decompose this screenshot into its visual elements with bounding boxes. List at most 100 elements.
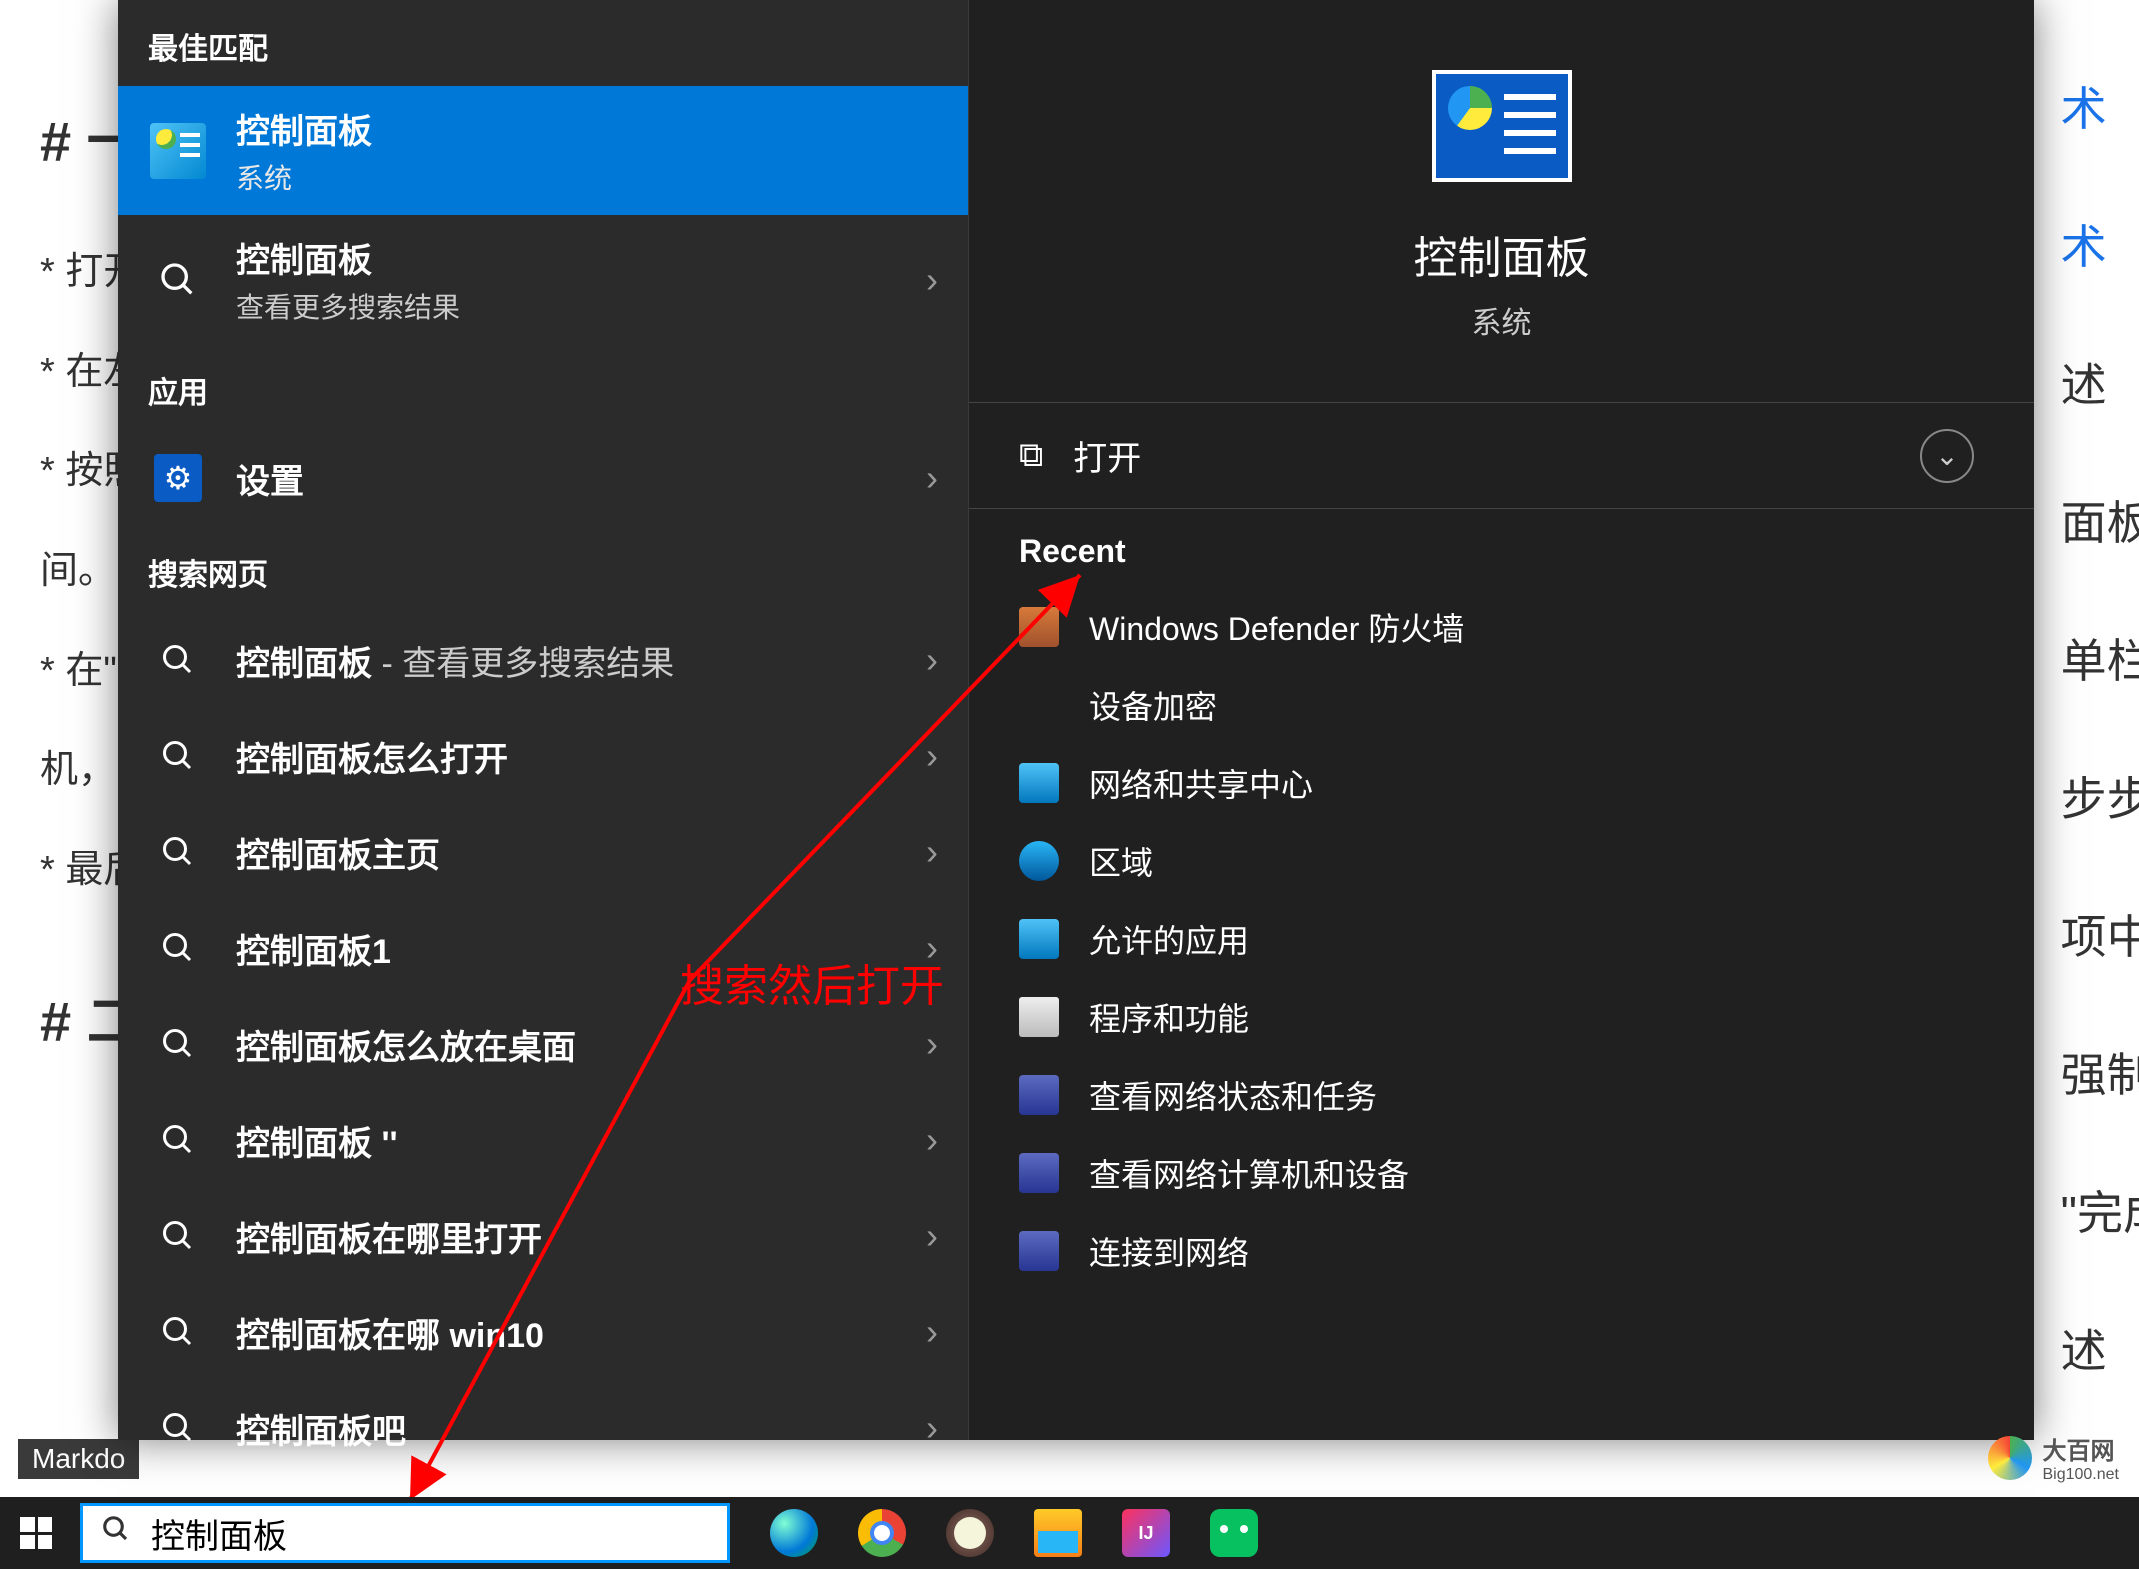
search-icon (148, 630, 208, 690)
recent-item-icon (1019, 1075, 1059, 1115)
chevron-down-icon: ⌄ (1935, 439, 1958, 472)
result-control-panel-selected[interactable]: 控制面板 系统 (118, 86, 968, 215)
wechat-icon[interactable] (1210, 1509, 1258, 1557)
control-panel-icon (148, 121, 208, 181)
recent-item[interactable]: 网络和共享中心 (1019, 744, 1984, 822)
search-icon (148, 1302, 208, 1362)
apps-header: 应用 (118, 344, 968, 430)
recent-item-label: 连接到网络 (1089, 1228, 1249, 1274)
search-icon (148, 726, 208, 786)
result-title: 控制面板1 (236, 924, 926, 973)
search-input[interactable] (151, 1514, 709, 1553)
detail-header: 控制面板 系统 (969, 0, 2034, 403)
windows-logo-icon (20, 1517, 52, 1549)
result-title: 控制面板 (236, 233, 926, 282)
taskbar: IJ (0, 1497, 2139, 1569)
chevron-right-icon: › (926, 1311, 938, 1353)
start-button[interactable] (0, 1497, 72, 1569)
recent-item[interactable]: Windows Defender 防火墙 (1019, 588, 1984, 666)
result-see-more[interactable]: 控制面板 查看更多搜索结果 › (118, 215, 968, 344)
result-subtitle: 查看更多搜索结果 (236, 286, 926, 326)
web-result-item[interactable]: 控制面板 '' › (118, 1092, 968, 1188)
clock-icon[interactable] (946, 1509, 994, 1557)
recent-item-icon (1019, 685, 1059, 725)
web-result-item[interactable]: 控制面板怎么打开 › (118, 708, 968, 804)
search-icon (148, 1110, 208, 1170)
recent-item[interactable]: 查看网络状态和任务 (1019, 1056, 1984, 1134)
open-icon: ⧉ (1019, 436, 1043, 475)
recent-item[interactable]: 查看网络计算机和设备 (1019, 1134, 1984, 1212)
web-result-item[interactable]: 控制面板在哪 win10 › (118, 1284, 968, 1380)
watermark: 大百网 Big100.net (1988, 1431, 2119, 1484)
recent-item-icon (1019, 1153, 1059, 1193)
recent-item-label: 网络和共享中心 (1089, 760, 1313, 806)
search-icon (148, 250, 208, 310)
result-title: 控制面板主页 (236, 828, 926, 877)
web-result-item[interactable]: 控制面板 - 查看更多搜索结果 › (118, 612, 968, 708)
chevron-right-icon: › (926, 1215, 938, 1257)
chevron-right-icon: › (926, 259, 938, 301)
result-title: 控制面板在哪 win10 (236, 1308, 926, 1357)
result-title: 控制面板吧 (236, 1404, 926, 1453)
recent-item-label: Windows Defender 防火墙 (1089, 604, 1464, 650)
taskbar-search-box[interactable] (80, 1503, 730, 1563)
open-action[interactable]: ⧉ 打开 ⌄ (969, 403, 2034, 509)
edge-icon[interactable] (770, 1509, 818, 1557)
recent-item-label: 允许的应用 (1089, 916, 1249, 962)
recent-item-label: 区域 (1089, 838, 1153, 884)
detail-title: 控制面板 (1414, 222, 1590, 286)
intellij-icon[interactable]: IJ (1122, 1509, 1170, 1557)
result-title: 控制面板 (236, 104, 938, 153)
search-results-list: 最佳匹配 控制面板 系统 控制面板 查看更多搜索结果 › 应用 ⚙ 设置 › 搜… (118, 0, 968, 1440)
gear-icon: ⚙ (148, 448, 208, 508)
file-explorer-icon[interactable] (1034, 1509, 1082, 1557)
chevron-right-icon: › (926, 1119, 938, 1161)
recent-item-icon (1019, 1231, 1059, 1271)
expand-button[interactable]: ⌄ (1920, 429, 1974, 483)
recent-item-icon (1019, 763, 1059, 803)
recent-item-label: 查看网络状态和任务 (1089, 1072, 1377, 1118)
search-icon (148, 1398, 208, 1458)
web-result-item[interactable]: 控制面板1 › (118, 900, 968, 996)
search-icon (148, 822, 208, 882)
recent-item-icon (1019, 841, 1059, 881)
recent-item[interactable]: 连接到网络 (1019, 1212, 1984, 1290)
control-panel-large-icon (1432, 70, 1572, 182)
recent-item-label: 查看网络计算机和设备 (1089, 1150, 1409, 1196)
bg-right-column: 术 术 述 面板" 单栏 步步 项中 强制 "完成 述 (2061, 40, 2139, 1420)
web-result-item[interactable]: 控制面板怎么放在桌面 › (118, 996, 968, 1092)
taskbar-pinned-apps: IJ (770, 1509, 1258, 1557)
recent-item[interactable]: 设备加密 (1019, 666, 1984, 744)
recent-item[interactable]: 区域 (1019, 822, 1984, 900)
result-title: 控制面板在哪里打开 (236, 1212, 926, 1261)
detail-subtitle: 系统 (1472, 298, 1532, 342)
chevron-right-icon: › (926, 831, 938, 873)
result-title: 控制面板怎么放在桌面 (236, 1020, 926, 1069)
web-result-item[interactable]: 控制面板吧 › (118, 1380, 968, 1476)
start-search-popup: 最佳匹配 控制面板 系统 控制面板 查看更多搜索结果 › 应用 ⚙ 设置 › 搜… (118, 0, 2034, 1440)
result-settings[interactable]: ⚙ 设置 › (118, 430, 968, 526)
recent-item[interactable]: 程序和功能 (1019, 978, 1984, 1056)
chevron-right-icon: › (926, 927, 938, 969)
search-detail-panel: 控制面板 系统 ⧉ 打开 ⌄ Recent Windows Defender 防… (968, 0, 2034, 1440)
chevron-right-icon: › (926, 1407, 938, 1449)
search-icon (101, 1514, 131, 1552)
open-label: 打开 (1073, 431, 1141, 480)
result-title: 控制面板 - 查看更多搜索结果 (236, 636, 926, 685)
recent-item-icon (1019, 607, 1059, 647)
recent-item[interactable]: 允许的应用 (1019, 900, 1984, 978)
recent-item-label: 程序和功能 (1089, 994, 1249, 1040)
chevron-right-icon: › (926, 1023, 938, 1065)
web-result-item[interactable]: 控制面板在哪里打开 › (118, 1188, 968, 1284)
recent-header: Recent (1019, 533, 1984, 570)
watermark-sub: Big100.net (2042, 1466, 2119, 1484)
chrome-icon[interactable] (858, 1509, 906, 1557)
recent-section: Recent Windows Defender 防火墙 设备加密 网络和共享中心… (969, 509, 2034, 1314)
best-match-header: 最佳匹配 (118, 0, 968, 86)
result-title: 控制面板 '' (236, 1116, 926, 1165)
watermark-logo-icon (1988, 1436, 2032, 1480)
search-icon (148, 1014, 208, 1074)
search-icon (148, 1206, 208, 1266)
result-subtitle: 系统 (236, 157, 938, 197)
web-result-item[interactable]: 控制面板主页 › (118, 804, 968, 900)
